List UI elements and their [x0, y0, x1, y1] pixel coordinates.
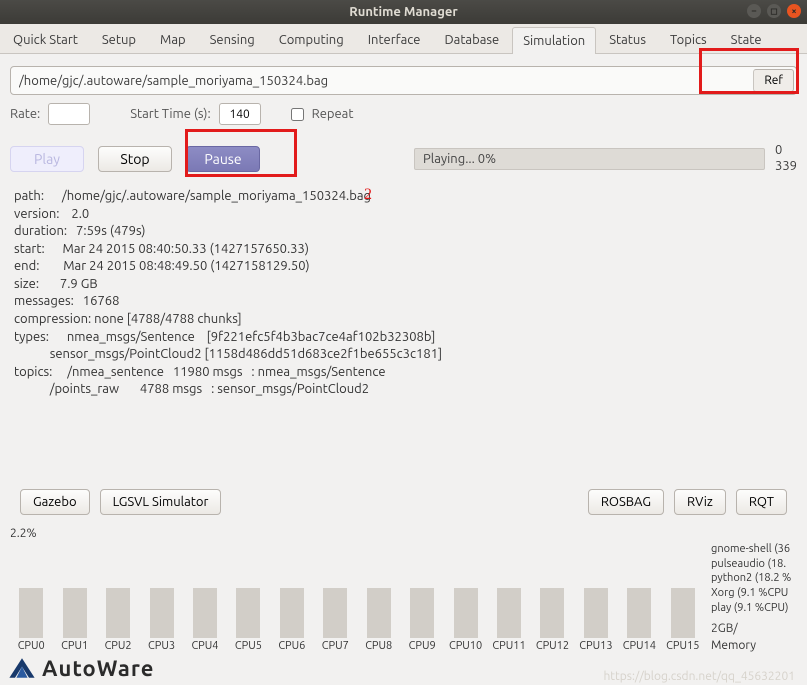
close-button[interactable]: × — [787, 4, 801, 18]
info-types-2: sensor_msgs/PointCloud2 [1158d486dd51d68… — [14, 347, 442, 361]
bag-path-box: Ref — [10, 66, 797, 95]
pause-button[interactable]: Pause — [186, 146, 260, 172]
progress-text: Playing... 0% — [423, 152, 496, 166]
info-start: start: Mar 24 2015 08:40:50.33 (14271576… — [14, 242, 309, 256]
tab-quick-start[interactable]: Quick Start — [2, 26, 89, 53]
maximize-button[interactable]: ◻ — [767, 4, 781, 18]
playback-params-row: Rate: Start Time (s): Repeat — [10, 103, 797, 125]
titlebar: Runtime Manager – ◻ × — [0, 0, 807, 24]
window-title: Runtime Manager — [349, 5, 457, 19]
stop-button[interactable]: Stop — [98, 146, 172, 172]
info-duration: duration: 7:59s (479s) — [14, 224, 145, 238]
cpu-core-6: CPU6 — [271, 554, 313, 652]
bag-path-row: Ref — [10, 66, 797, 95]
simulation-panel: Ref Rate: Start Time (s): Repeat Play St… — [0, 54, 807, 523]
annotation-number-2: 2 — [364, 184, 372, 206]
play-button[interactable]: Play — [10, 146, 84, 172]
cpu-row: CPU0CPU1CPU2CPU3CPU4CPU5CPU6CPU7CPU8CPU9… — [10, 542, 797, 652]
window-buttons: – ◻ × — [747, 4, 801, 18]
rqt-button[interactable]: RQT — [736, 489, 787, 515]
minimize-button[interactable]: – — [747, 4, 761, 18]
tabs: Quick StartSetupMapSensingComputingInter… — [0, 24, 807, 54]
bottom-buttons: Gazebo LGSVL Simulator ROSBAG RViz RQT — [10, 487, 797, 517]
tab-interface[interactable]: Interface — [357, 26, 432, 53]
rate-input[interactable] — [48, 103, 90, 125]
info-size: size: 7.9 GB — [14, 277, 98, 291]
info-messages: messages: 16768 — [14, 294, 119, 308]
repeat-checkbox[interactable] — [291, 108, 304, 121]
bag-info: 2path: /home/gjc/.autoware/sample_moriya… — [14, 188, 793, 399]
tab-map[interactable]: Map — [149, 26, 197, 53]
rosbag-button[interactable]: ROSBAG — [588, 489, 664, 515]
bag-path-input[interactable] — [11, 67, 751, 94]
watermark-text: https://blog.csdn.net/qq_45632201 — [603, 670, 795, 683]
tab-status[interactable]: Status — [598, 26, 657, 53]
cpu-core-2: CPU2 — [97, 554, 139, 652]
gazebo-button[interactable]: Gazebo — [20, 489, 90, 515]
controls-row: Play Stop Pause Playing... 0% 0 339 — [10, 143, 797, 174]
info-types-1: types: nmea_msgs/Sentence [9f221efc5f4b3… — [14, 330, 435, 344]
process-list: gnome-shell (36pulseaudio (18.python2 (1… — [711, 542, 797, 616]
lgsvl-button[interactable]: LGSVL Simulator — [100, 489, 222, 515]
memory-status: 2GB/Memory — [711, 622, 797, 652]
tab-sensing[interactable]: Sensing — [199, 26, 266, 53]
cpu-overall-pct: 2.2% — [10, 527, 797, 540]
rviz-button[interactable]: RViz — [674, 489, 726, 515]
tab-topics[interactable]: Topics — [659, 26, 718, 53]
tab-state[interactable]: State — [720, 26, 773, 53]
rate-label: Rate: — [10, 107, 40, 121]
autoware-logo-icon — [8, 656, 36, 680]
footer: AutoWare https://blog.csdn.net/qq_456322… — [0, 652, 807, 685]
cpu-core-11: CPU11 — [488, 554, 530, 652]
info-topics-2: /points_raw 4788 msgs : sensor_msgs/Poin… — [14, 382, 369, 396]
cpu-core-1: CPU1 — [53, 554, 95, 652]
repeat-label: Repeat — [312, 107, 354, 121]
tab-simulation[interactable]: Simulation — [512, 27, 596, 54]
cpu-core-14: CPU14 — [618, 554, 660, 652]
count-total: 339 — [775, 159, 797, 175]
cpu-core-5: CPU5 — [227, 554, 269, 652]
tab-database[interactable]: Database — [433, 26, 510, 53]
info-topics-1: topics: /nmea_sentence 11980 msgs : nmea… — [14, 365, 386, 379]
ref-button[interactable]: Ref — [753, 69, 794, 92]
tab-setup[interactable]: Setup — [91, 26, 147, 53]
cpu-core-7: CPU7 — [314, 554, 356, 652]
cpu-core-4: CPU4 — [184, 554, 226, 652]
info-version: version: 2.0 — [14, 207, 89, 221]
progress-wrap: Playing... 0% 0 339 — [414, 143, 797, 174]
cpu-core-12: CPU12 — [531, 554, 573, 652]
cpu-core-9: CPU9 — [401, 554, 443, 652]
info-compression: compression: none [4788/4788 chunks] — [14, 312, 242, 326]
cpu-area: 2.2% CPU0CPU1CPU2CPU3CPU4CPU5CPU6CPU7CPU… — [0, 523, 807, 652]
cpu-core-10: CPU10 — [444, 554, 486, 652]
info-end: end: Mar 24 2015 08:48:49.50 (1427158129… — [14, 259, 310, 273]
cpu-core-3: CPU3 — [140, 554, 182, 652]
cpu-core-15: CPU15 — [662, 554, 704, 652]
cpu-core-0: CPU0 — [10, 554, 52, 652]
start-time-input[interactable] — [219, 103, 261, 125]
progress-bar: Playing... 0% — [414, 148, 765, 170]
start-time-label: Start Time (s): — [130, 107, 210, 121]
tab-computing[interactable]: Computing — [268, 26, 355, 53]
count-current: 0 — [775, 143, 797, 159]
cpu-core-8: CPU8 — [358, 554, 400, 652]
autoware-brand-text: AutoWare — [42, 656, 154, 681]
info-path: path: /home/gjc/.autoware/sample_moriyam… — [14, 189, 371, 203]
cpu-core-13: CPU13 — [575, 554, 617, 652]
frame-counts: 0 339 — [775, 143, 797, 174]
